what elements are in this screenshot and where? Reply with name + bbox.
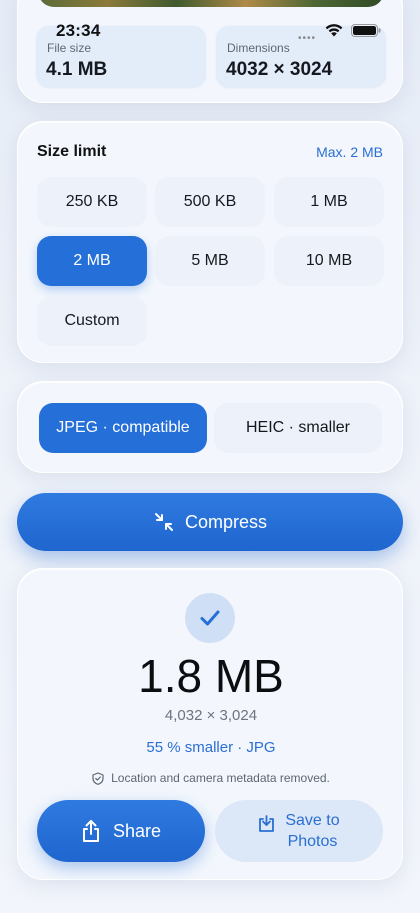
format-card: JPEG · compatible HEIC · smaller: [17, 381, 403, 473]
size-option-custom[interactable]: Custom: [37, 296, 147, 346]
file-size-value: 4.1 MB: [46, 59, 108, 80]
download-icon: [259, 814, 275, 832]
status-bar: 23:34 ••••: [0, 0, 420, 44]
share-label: Share: [112, 820, 162, 841]
checkmark-icon: [200, 610, 220, 626]
compress-button[interactable]: Compress: [17, 493, 403, 551]
shield-icon: [92, 771, 104, 785]
battery-icon: [351, 24, 381, 37]
size-option-2mb[interactable]: 2 MB: [37, 236, 147, 286]
size-option-500kb[interactable]: 500 KB: [155, 177, 265, 227]
wifi-icon: [325, 24, 343, 37]
metadata-note: Location and camera metadata removed.: [18, 771, 404, 785]
metadata-note-text: Location and camera metadata removed.: [111, 771, 330, 785]
success-badge: [185, 593, 235, 643]
compress-arrows-icon: [154, 513, 173, 531]
save-to-photos-label: Save to Photos: [285, 810, 339, 852]
share-icon: [82, 820, 99, 842]
size-limit-title: Size limit: [37, 143, 107, 160]
save-to-photos-button[interactable]: Save to Photos: [215, 800, 383, 862]
share-button[interactable]: Share: [37, 800, 205, 862]
size-limit-max: Max. 2 MB: [316, 144, 383, 160]
status-time: 23:34: [56, 21, 101, 40]
size-option-250kb[interactable]: 250 KB: [37, 177, 147, 227]
format-option-heic[interactable]: HEIC · smaller: [214, 403, 382, 453]
result-size: 1.8 MB: [138, 650, 284, 702]
size-limit-card: Size limit Max. 2 MB 250 KB 500 KB 1 MB …: [17, 121, 403, 363]
save-label-line2: Photos: [287, 833, 338, 850]
result-card: 1.8 MB 4,032 × 3,024 55 % smaller · JPG …: [17, 568, 403, 880]
format-option-jpeg[interactable]: JPEG · compatible: [39, 403, 207, 453]
size-option-5mb[interactable]: 5 MB: [155, 236, 265, 286]
signal-dots-icon: ••••: [298, 33, 317, 44]
dimensions-value: 4032 × 3024: [226, 59, 333, 80]
size-option-10mb[interactable]: 10 MB: [274, 236, 384, 286]
save-label-line1: Save to: [285, 812, 340, 829]
result-dimensions: 4,032 × 3,024: [164, 707, 258, 724]
compress-label: Compress: [184, 511, 268, 532]
result-savings: 55 % smaller · JPG: [146, 739, 276, 756]
size-option-1mb[interactable]: 1 MB: [274, 177, 384, 227]
